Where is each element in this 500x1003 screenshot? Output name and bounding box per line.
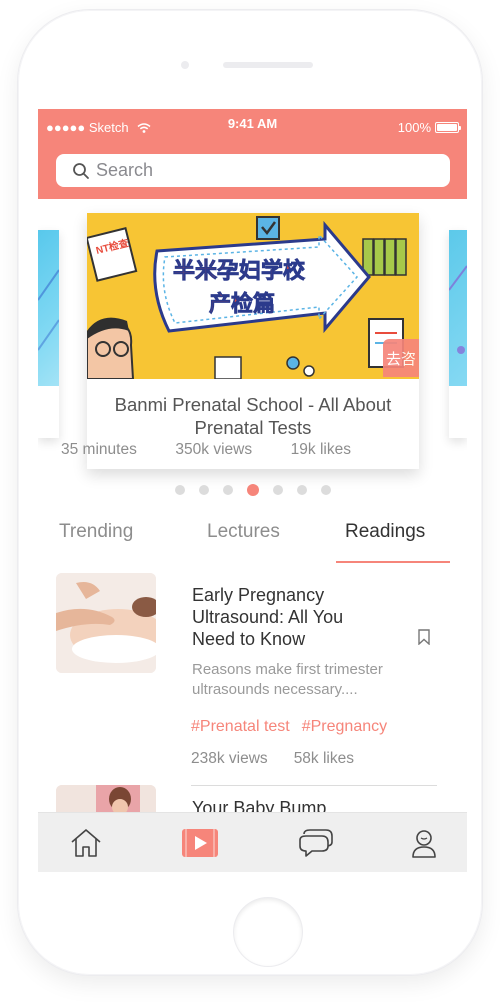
article-title: Early Pregnancy Ultrasound: All You Need…: [192, 585, 344, 649]
tabbar-community[interactable]: [298, 827, 334, 859]
carousel-next-image: [449, 230, 467, 386]
search-input[interactable]: Search: [56, 154, 450, 187]
carousel-dot[interactable]: [320, 485, 331, 495]
carousel-dot[interactable]: [198, 485, 209, 495]
article-likes: 58k likes: [293, 750, 354, 767]
search-icon: [73, 162, 89, 179]
tabbar-home[interactable]: [68, 827, 104, 859]
carousel-next-art: [449, 265, 467, 354]
lecture-likes: 19k likes: [290, 441, 351, 458]
app-screen: ●●●●● Sketch 9:41 AM 100% Search NT检查 半米…: [38, 109, 467, 872]
article-views: 238k views: [191, 750, 268, 767]
header: ●●●●● Sketch 9:41 AM 100% Search: [38, 109, 467, 199]
tab-readings[interactable]: Readings: [345, 521, 425, 543]
featured-lecture-title: Banmi Prenatal School - All About Prenat…: [114, 394, 392, 438]
battery-icon: [435, 122, 461, 133]
tag-link[interactable]: #Pregnancy: [302, 718, 387, 736]
tabbar-videos[interactable]: [182, 827, 218, 859]
home-icon: [71, 829, 101, 857]
chat-bubbles-icon: [299, 829, 333, 857]
article-summary: Reasons make first trimester ultrasounds…: [192, 661, 383, 698]
carousel-page-indicator[interactable]: [38, 484, 467, 496]
article-tags: #Prenatal test #Pregnancy: [191, 718, 387, 736]
poster-illustration: NT检查 半米孕妇学校 产检篇: [87, 213, 419, 379]
consult-badge[interactable]: 去咨: [383, 339, 419, 377]
content-tabs: Trending Lectures Readings: [38, 515, 467, 563]
home-button[interactable]: [234, 898, 302, 966]
carousel-dot[interactable]: [296, 485, 307, 495]
carousel-dot[interactable]: [272, 485, 283, 495]
carousel-dot[interactable]: [222, 485, 233, 495]
tab-lectures[interactable]: Lectures: [207, 521, 280, 543]
active-tab-indicator: [336, 561, 450, 563]
bookmark-icon[interactable]: [418, 629, 430, 645]
featured-poster: NT检查 半米孕妇学校 产检篇 去咨: [87, 213, 419, 379]
status-right: 100%: [397, 120, 461, 135]
search-placeholder: Search: [96, 160, 154, 180]
battery-percent: 100%: [397, 120, 431, 135]
carousel-dot[interactable]: [174, 485, 185, 495]
video-play-icon: [182, 829, 218, 857]
carousel-card-prev[interactable]: [38, 230, 59, 438]
featured-lecture-card[interactable]: NT检查 半米孕妇学校 产检篇 去咨 Banmi Prenatal School…: [87, 213, 419, 469]
tag-link[interactable]: #Prenatal test: [191, 718, 290, 736]
carousel-card-next[interactable]: [449, 230, 467, 438]
article-thumbnail: [56, 573, 156, 673]
front-camera: [181, 61, 189, 69]
lecture-duration: 35 minutes: [61, 441, 137, 458]
poster-title-line1: 半米孕妇学校: [173, 258, 306, 284]
earpiece-speaker: [223, 62, 313, 68]
carousel-dot-active[interactable]: [246, 484, 259, 496]
bottom-tab-bar: [38, 812, 467, 872]
tabbar-profile[interactable]: [406, 827, 442, 859]
lecture-views: 350k views: [175, 441, 253, 458]
status-bar: ●●●●● Sketch 9:41 AM 100%: [38, 109, 467, 145]
article-stats: 238k views 58k likes: [191, 750, 354, 768]
profile-icon: [412, 830, 436, 858]
divider: [191, 785, 437, 786]
ultrasound-photo: [56, 573, 156, 673]
battery-fill: [437, 124, 457, 131]
poster-title-line2: 产检篇: [209, 291, 275, 317]
carousel-prev-art: [38, 269, 59, 351]
carousel-prev-image: [38, 230, 59, 386]
tab-trending[interactable]: Trending: [59, 521, 133, 543]
featured-lecture-meta: 35 minutes 350k views 19k likes: [61, 441, 351, 459]
